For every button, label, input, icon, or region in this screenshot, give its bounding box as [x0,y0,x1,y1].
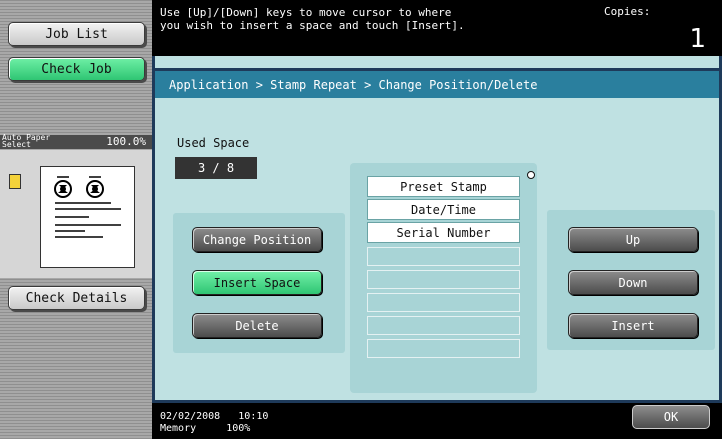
empty-slot[interactable] [367,270,520,289]
status-bar: 02/02/2008 10:10 Memory 100% OK [152,403,722,439]
document-icon [9,174,21,189]
empty-slot[interactable] [367,316,520,335]
delete-label: Delete [235,318,279,333]
zoom-ratio: 100.0% [106,135,146,148]
empty-slot[interactable] [367,247,520,266]
paper-info-bar: Auto Paper Select 100.0% [0,134,152,149]
delete-button[interactable]: Delete [192,313,322,338]
check-details-button[interactable]: Check Details [8,286,145,310]
memory-label: Memory [160,423,197,434]
list-item[interactable]: Serial Number [367,222,520,243]
change-position-label: Change Position [202,232,312,247]
memory-value: 100% [226,423,251,434]
job-list-label: Job List [45,26,108,42]
list-item[interactable]: Preset Stamp [367,176,520,197]
insert-button[interactable]: Insert [568,313,698,338]
instruction-message: Use [Up]/[Down] keys to move cursor to w… [160,6,465,32]
empty-slot[interactable] [367,293,520,312]
cursor-marker-icon [527,171,535,179]
down-button[interactable]: Down [568,270,698,295]
status-time: 10:10 [238,411,269,422]
instruction-line-1: Use [Up]/[Down] keys to move cursor to w… [160,6,452,19]
check-job-button[interactable]: Check Job [8,57,145,81]
check-details-label: Check Details [25,290,128,306]
page-preview [40,166,135,268]
up-label: Up [625,232,641,247]
up-button[interactable]: Up [568,227,698,252]
list-item[interactable]: Date/Time [367,199,520,220]
message-bar: Use [Up]/[Down] keys to move cursor to w… [152,0,722,62]
preview-panel [0,150,152,278]
change-position-button[interactable]: Change Position [192,227,322,252]
main-panel: Application > Stamp Repeat > Change Posi… [152,56,722,403]
empty-slot[interactable] [367,339,520,358]
ok-button[interactable]: OK [632,405,710,429]
copies-count: 1 [689,24,706,54]
memory-status: Memory 100% [160,423,250,435]
instruction-line-2: you wish to insert a space and touch [In… [160,19,465,32]
insert-space-label: Insert Space [213,275,301,290]
date-time: 02/02/2008 10:10 [160,411,268,423]
stamp-order-list: Preset Stamp Date/Time Serial Number [350,163,537,393]
left-sidebar: Job List Check Job Auto Paper Select 100… [0,0,152,439]
ok-label: OK [663,410,679,424]
check-job-label: Check Job [41,61,112,77]
breadcrumb: Application > Stamp Repeat > Change Posi… [155,68,719,98]
stamp-layout-preview-icon [54,176,121,238]
status-date: 02/02/2008 [160,411,221,422]
down-label: Down [618,275,648,290]
insert-space-button[interactable]: Insert Space [192,270,322,295]
copies-label: Copies: [604,5,651,18]
used-space-label: Used Space [177,136,250,150]
paper-line2: Select [2,140,31,149]
used-space-value: 3 / 8 [175,157,257,179]
job-list-button[interactable]: Job List [8,22,145,46]
insert-label: Insert [611,318,655,333]
